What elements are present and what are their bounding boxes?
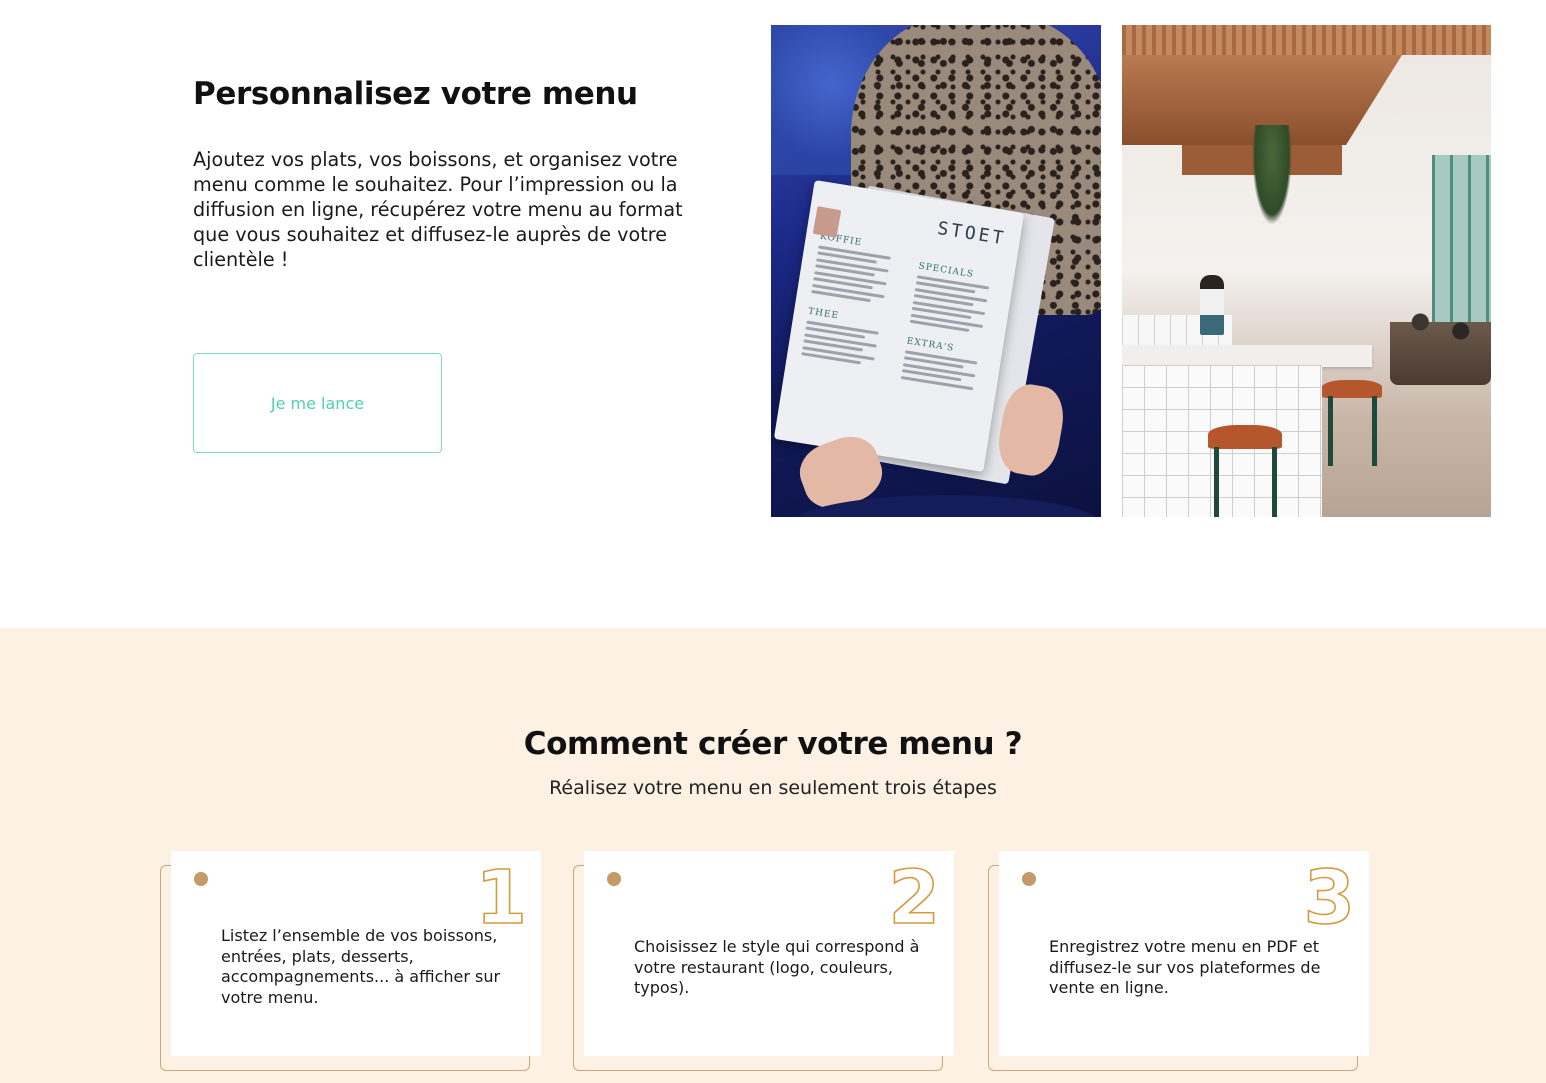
how-to-section: Comment créer votre menu ? Réalisez votr… bbox=[0, 628, 1546, 1083]
barista bbox=[1200, 275, 1224, 335]
step-card-body: 3 Enregistrez votre menu en PDF et diffu… bbox=[999, 851, 1369, 1056]
get-started-button[interactable]: Je me lance bbox=[193, 353, 442, 453]
menu-photo: STOET KOFFIE THEE SPECIALS EXTRA'S bbox=[771, 25, 1101, 517]
steps-subtitle: Réalisez votre menu en seulement trois é… bbox=[549, 777, 997, 799]
restaurant-photo bbox=[1122, 25, 1491, 517]
step-description: Choisissez le style qui correspond à vot… bbox=[634, 937, 920, 997]
section-description: Ajoutez vos plats, vos boissons, et orga… bbox=[193, 148, 683, 271]
step-card-body: 1 Listez l’ensemble de vos boissons, ent… bbox=[171, 851, 541, 1056]
step-card-3: 3 Enregistrez votre menu en PDF et diffu… bbox=[988, 851, 1369, 1071]
step-description: Enregistrez votre menu en PDF et diffuse… bbox=[1049, 937, 1321, 997]
section-title: Personnalisez votre menu bbox=[193, 76, 638, 112]
step-number: 3 bbox=[1303, 854, 1356, 942]
customize-menu-section: Personnalisez votre menu Ajoutez vos pla… bbox=[0, 0, 1546, 628]
seated-guests bbox=[1390, 295, 1491, 385]
bullet-dot bbox=[1022, 872, 1036, 886]
bullet-dot bbox=[194, 872, 208, 886]
leather-tag bbox=[812, 206, 842, 238]
counter-top bbox=[1122, 345, 1372, 367]
step-card-body: 2 Choisissez le style qui correspond à v… bbox=[584, 851, 954, 1056]
bullet-dot bbox=[607, 872, 621, 886]
wood-ceiling bbox=[1122, 25, 1491, 55]
step-number: 2 bbox=[888, 854, 941, 942]
menu-card-left-column: KOFFIE THEE bbox=[801, 228, 907, 372]
steps-title: Comment créer votre menu ? bbox=[523, 726, 1023, 762]
step-card-1: 1 Listez l’ensemble de vos boissons, ent… bbox=[160, 851, 541, 1071]
hanging-plant bbox=[1252, 125, 1292, 225]
step-card-2: 2 Choisissez le style qui correspond à v… bbox=[573, 851, 954, 1071]
menu-card-right-column: SPECIALS EXTRA'S bbox=[900, 257, 1005, 395]
step-description: Listez l’ensemble de vos boissons, entré… bbox=[221, 926, 501, 1007]
bar-stool bbox=[1208, 425, 1282, 449]
menu-card: STOET KOFFIE THEE SPECIALS EXTRA'S bbox=[773, 180, 1025, 472]
